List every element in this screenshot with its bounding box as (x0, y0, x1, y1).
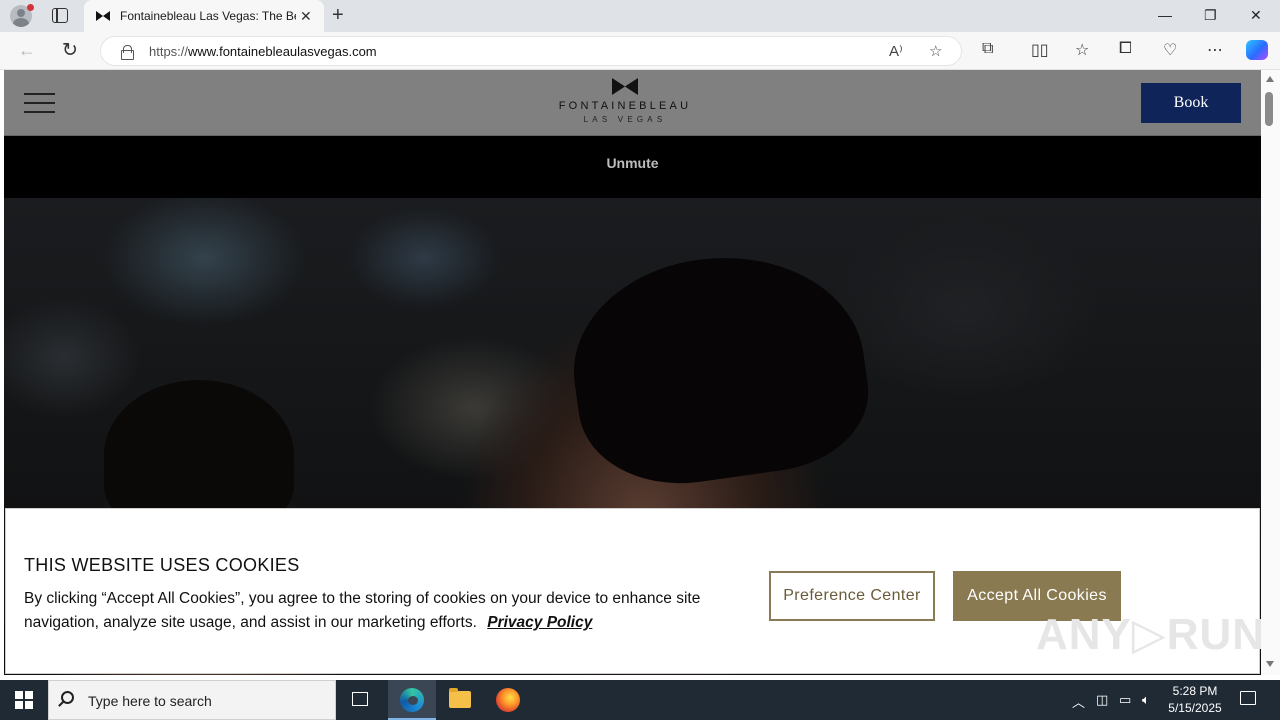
search-icon (61, 691, 74, 704)
address-bar[interactable]: https://www.fontainebleaulasvegas.com A⁾… (100, 36, 962, 66)
windows-start-icon[interactable] (15, 691, 33, 709)
clock-time: 5:28 PM (1172, 684, 1218, 698)
cookie-text: By clicking “Accept All Cookies”, you ag… (24, 587, 744, 635)
cookie-description: By clicking “Accept All Cookies”, you ag… (24, 590, 701, 631)
anyrun-watermark-logo: ANY▷RUN (1036, 610, 1266, 659)
taskbar-edge[interactable] (388, 680, 436, 720)
scroll-down-arrow-icon[interactable] (1266, 661, 1274, 667)
lock-icon[interactable] (121, 45, 134, 60)
task-view-icon (352, 692, 368, 706)
page-scrollbar[interactable] (1261, 70, 1280, 675)
bowtie-logo-icon (612, 78, 638, 95)
favorites-icon[interactable]: ☆ (1075, 40, 1089, 60)
fontainebleau-favicon-icon (96, 11, 110, 21)
video-controls-bar: Unmute (4, 136, 1261, 198)
taskbar-clock[interactable]: 5:28 PM 5/15/2025 (1160, 683, 1230, 717)
windows-taskbar: Type here to search ︿ ◫ ▭ 🔈︎ 5:28 PM 5/1… (0, 680, 1280, 720)
browser-essentials-icon[interactable]: ♡ (1163, 40, 1177, 60)
profile-notification-badge (27, 4, 34, 11)
copilot-icon[interactable] (1246, 40, 1268, 60)
video-figure-right (560, 238, 878, 498)
book-button[interactable]: Book (1141, 83, 1241, 123)
url-text[interactable]: https://www.fontainebleaulasvegas.com (149, 44, 377, 59)
restore-button[interactable]: ❐ (1204, 5, 1217, 25)
tab-close-icon[interactable]: ✕ (300, 8, 312, 24)
favorite-star-icon[interactable]: ☆ (929, 42, 942, 60)
clock-date: 5/15/2025 (1168, 701, 1222, 715)
tab-fontainebleau[interactable]: Fontainebleau Las Vegas: The Bes ✕ (84, 0, 324, 32)
hamburger-menu-icon[interactable] (24, 93, 55, 113)
taskbar-file-explorer[interactable] (436, 680, 484, 720)
fontainebleau-logo[interactable]: FONTAINEBLEAU LAS VEGAS (544, 78, 706, 130)
close-window-button[interactable]: ✕ (1250, 5, 1262, 25)
unmute-button[interactable]: Unmute (4, 155, 1261, 171)
scroll-up-arrow-icon[interactable] (1266, 76, 1274, 82)
brand-location: LAS VEGAS (583, 115, 667, 124)
reload-icon[interactable]: ↻ (62, 39, 78, 62)
tray-volume-icon[interactable]: 🔈︎ (1142, 692, 1150, 708)
more-menu-icon[interactable]: ⋯ (1207, 40, 1223, 60)
tab-title: Fontainebleau Las Vegas: The Bes (120, 9, 296, 23)
taskbar-search-placeholder: Type here to search (88, 693, 212, 709)
notification-center-icon[interactable] (1240, 691, 1256, 705)
browser-toolbar: ← ↻ https://www.fontainebleaulasvegas.co… (0, 32, 1280, 70)
site-header: FONTAINEBLEAU LAS VEGAS Book (4, 70, 1261, 136)
tray-network-icon[interactable]: ▭ (1119, 692, 1131, 708)
taskbar-task-view[interactable] (336, 680, 384, 720)
read-aloud-icon[interactable]: A⁾ (889, 42, 903, 60)
scroll-thumb[interactable] (1265, 92, 1273, 126)
extensions-icon[interactable]: ⧉ (982, 40, 993, 58)
brand-name: FONTAINEBLEAU (558, 100, 692, 112)
back-arrow-icon[interactable]: ← (18, 40, 36, 61)
browser-tab-bar: Fontainebleau Las Vegas: The Bes ✕ + — ❐… (0, 0, 1280, 32)
tray-meet-now-icon[interactable]: ◫ (1096, 692, 1108, 708)
taskbar-firefox[interactable] (484, 680, 532, 720)
privacy-policy-link[interactable]: Privacy Policy (487, 614, 592, 631)
taskbar-search-box[interactable]: Type here to search (48, 680, 336, 720)
preference-center-button[interactable]: Preference Center (769, 571, 935, 621)
tray-chevron-up-icon[interactable]: ︿ (1072, 692, 1085, 711)
edge-icon (400, 688, 424, 712)
cookie-banner: THIS WEBSITE USES COOKIES By clicking “A… (5, 508, 1264, 674)
new-tab-button[interactable]: + (332, 4, 344, 26)
collections-icon[interactable]: ⧠ (1119, 40, 1132, 58)
tab-actions-icon[interactable] (52, 8, 68, 23)
split-screen-icon[interactable]: ▯▯ (1031, 40, 1049, 60)
cookie-title: THIS WEBSITE USES COOKIES (24, 555, 300, 575)
firefox-icon (496, 688, 520, 712)
minimize-button[interactable]: — (1158, 5, 1172, 25)
file-explorer-icon (449, 688, 471, 708)
